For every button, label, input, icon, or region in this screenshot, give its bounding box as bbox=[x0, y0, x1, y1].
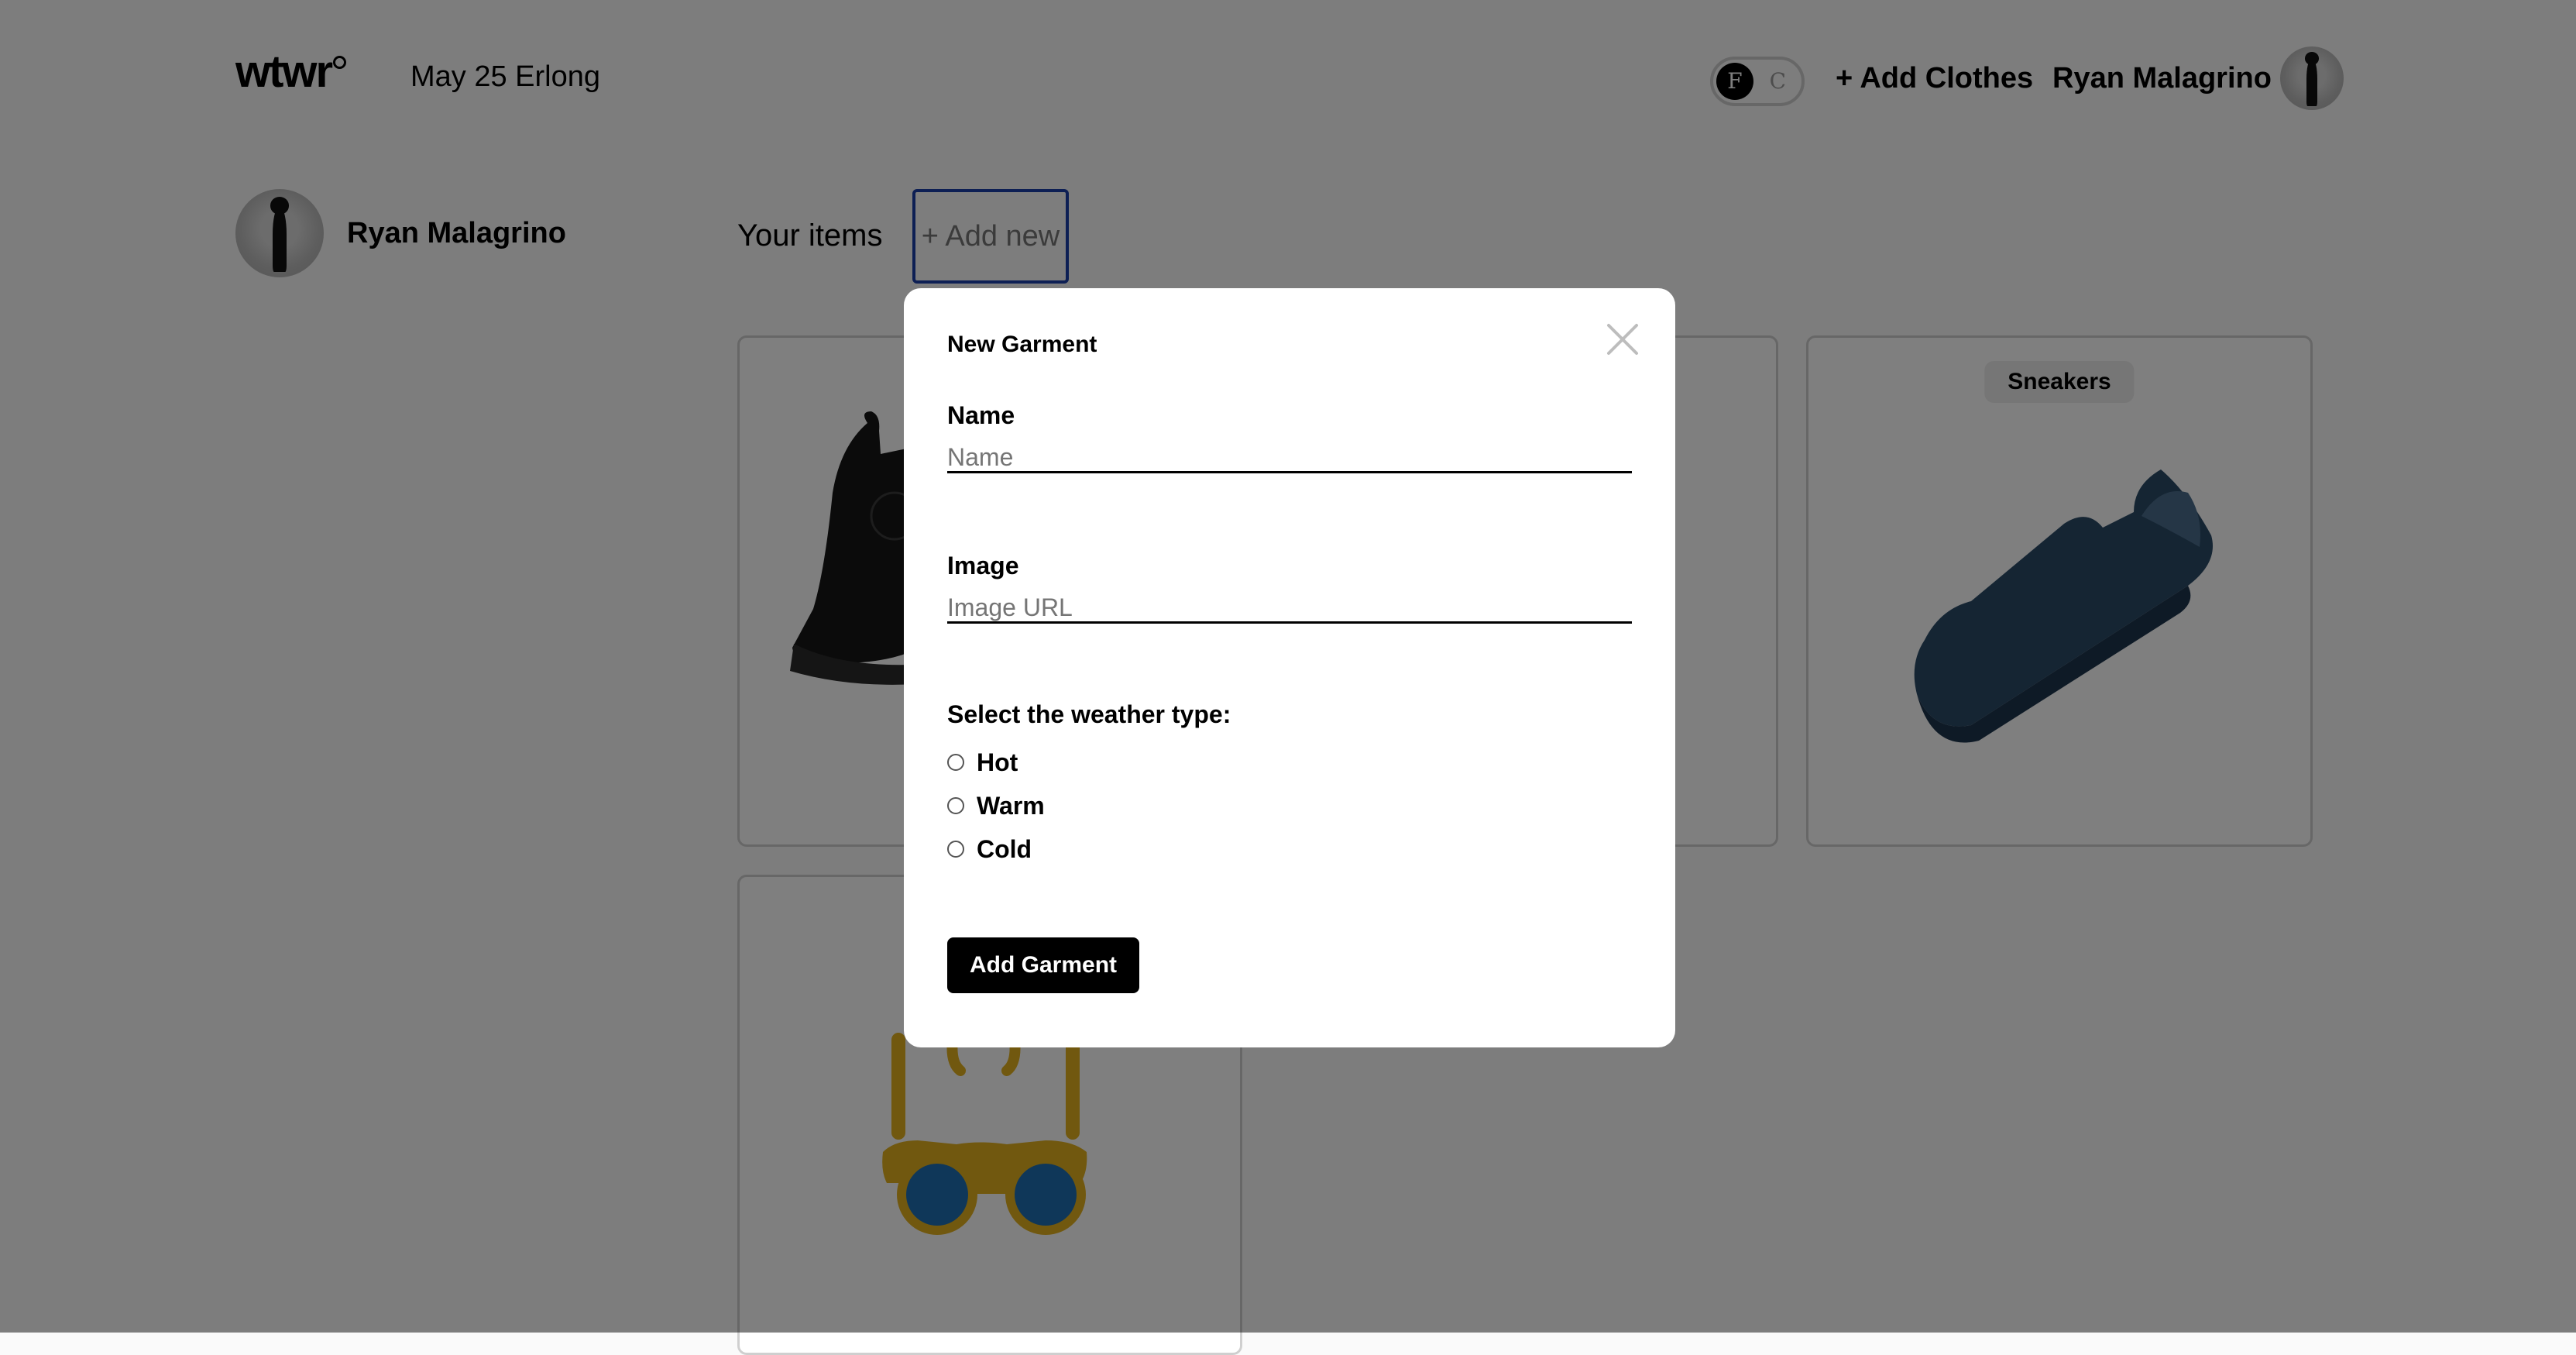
radio-warm[interactable] bbox=[947, 797, 964, 814]
name-label: Name bbox=[947, 401, 1015, 429]
weather-option-cold[interactable]: Cold bbox=[947, 837, 1032, 861]
new-garment-modal: New Garment Name Image Select the weathe… bbox=[904, 288, 1675, 1047]
image-input-underline bbox=[947, 621, 1632, 624]
radio-cold[interactable] bbox=[947, 841, 964, 858]
weather-type-label: Select the weather type: bbox=[947, 700, 1231, 728]
weather-option-label: Warm bbox=[977, 792, 1045, 820]
name-input[interactable] bbox=[947, 443, 1632, 472]
weather-option-label: Cold bbox=[977, 835, 1032, 863]
image-label: Image bbox=[947, 552, 1019, 579]
close-icon bbox=[1607, 324, 1638, 355]
radio-hot[interactable] bbox=[947, 754, 964, 771]
add-garment-button[interactable]: Add Garment bbox=[947, 937, 1139, 993]
close-button[interactable] bbox=[1601, 318, 1644, 361]
weather-option-label: Hot bbox=[977, 748, 1018, 776]
modal-title: New Garment bbox=[947, 332, 1097, 357]
name-input-underline bbox=[947, 471, 1632, 473]
weather-option-warm[interactable]: Warm bbox=[947, 793, 1045, 818]
image-url-input[interactable] bbox=[947, 593, 1632, 622]
weather-option-hot[interactable]: Hot bbox=[947, 750, 1018, 775]
